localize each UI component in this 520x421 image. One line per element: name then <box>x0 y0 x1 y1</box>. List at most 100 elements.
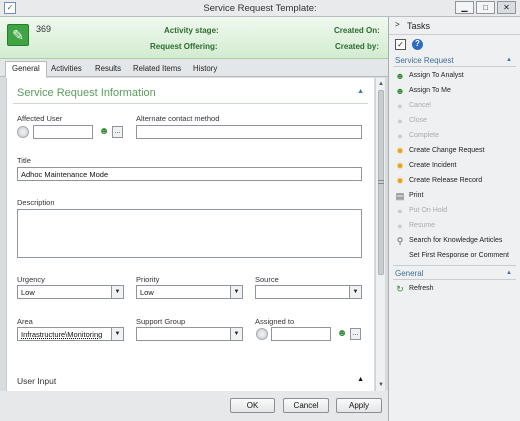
scroll-down-icon[interactable]: ▼ <box>377 381 385 389</box>
minimize-button[interactable]: ▁ <box>455 1 474 14</box>
task-cancel[interactable]: ● Cancel <box>393 100 519 113</box>
task-put-on-hold[interactable]: ● Put On Hold <box>393 205 519 218</box>
user-input-section-label: User Input <box>17 376 57 386</box>
chevron-down-icon: ▼ <box>230 286 242 298</box>
task-label: Assign To Me <box>409 87 451 94</box>
priority-value: Low <box>140 288 154 297</box>
task-create-incident[interactable]: ✸ Create Incident <box>393 160 519 173</box>
tab-activities[interactable]: Activities <box>45 62 88 77</box>
assign-icon: ☻ <box>395 71 405 81</box>
collapse-user-input-icon[interactable]: ▲ <box>357 376 364 383</box>
task-create-change-request[interactable]: ✸ Create Change Request <box>393 145 519 158</box>
window-title: Service Request Template: <box>203 3 317 14</box>
area-label: Area <box>17 317 33 326</box>
tasks-pane: > Tasks ✓ ? Service Request ▲ ☻ Assign T… <box>388 17 520 421</box>
area-value: Infrastructure\Monitoring <box>21 330 103 339</box>
printer-icon: ▤ <box>395 191 405 201</box>
tab-history[interactable]: History <box>187 62 223 77</box>
group-general-title: General <box>395 269 424 278</box>
affected-user-input[interactable] <box>33 125 93 139</box>
task-label: Put On Hold <box>409 207 448 214</box>
chevron-down-icon: ▼ <box>349 286 361 298</box>
help-icon[interactable]: ? <box>412 39 423 50</box>
scroll-up-icon[interactable]: ▲ <box>377 80 385 88</box>
vertical-scrollbar[interactable]: ▲ ▼ <box>375 78 385 391</box>
priority-dropdown[interactable]: Low ▼ <box>136 285 243 299</box>
title-label: Title <box>17 156 31 165</box>
task-print[interactable]: ▤ Print <box>393 190 519 203</box>
task-resume[interactable]: ● Resume <box>393 220 519 233</box>
urgency-dropdown[interactable]: Low ▼ <box>17 285 124 299</box>
task-assign-to-analyst[interactable]: ☻ Assign To Analyst <box>393 70 519 83</box>
collapse-group-icon[interactable]: ▲ <box>506 270 512 276</box>
dialog-footer: OK Cancel Apply <box>0 391 388 421</box>
comment-icon <box>395 251 405 261</box>
task-list-icon[interactable]: ✓ <box>395 39 406 50</box>
apply-button[interactable]: Apply <box>336 398 382 413</box>
alternate-contact-input[interactable] <box>136 125 362 139</box>
star-icon: ✸ <box>396 176 404 186</box>
task-assign-to-me[interactable]: ☻ Assign To Me <box>393 85 519 98</box>
collapse-group-icon[interactable]: ▲ <box>506 57 512 63</box>
chevron-down-icon: ▼ <box>111 328 123 340</box>
tab-results[interactable]: Results <box>89 62 127 77</box>
area-dropdown[interactable]: Infrastructure\Monitoring ▼ <box>17 327 124 341</box>
affected-user-label: Affected User <box>17 114 63 123</box>
task-close[interactable]: ● Close <box>393 115 519 128</box>
resume-icon: ● <box>397 221 403 231</box>
task-search-knowledge-articles[interactable]: ⚲ Search for Knowledge Articles <box>393 235 519 248</box>
section-title: Service Request Information <box>17 87 156 99</box>
assign-icon: ☻ <box>395 86 405 96</box>
group-divider <box>393 66 516 67</box>
task-label: Create Incident <box>409 162 457 169</box>
task-complete[interactable]: ● Complete <box>393 130 519 143</box>
request-id: 369 <box>36 24 52 34</box>
cancel-button[interactable]: Cancel <box>283 398 329 413</box>
scroll-grip <box>378 180 384 184</box>
task-create-release-record[interactable]: ✸ Create Release Record <box>393 175 519 188</box>
refresh-icon: ↻ <box>396 284 404 294</box>
complete-icon: ● <box>397 131 403 141</box>
activity-stage-label: Activity stage: <box>164 26 219 35</box>
collapse-section-icon[interactable]: ▲ <box>357 88 364 95</box>
tasks-title: Tasks <box>407 21 431 31</box>
tab-related-items[interactable]: Related Items <box>127 62 187 77</box>
chevron-right-icon[interactable]: > <box>395 20 400 29</box>
task-label: Refresh <box>409 285 434 292</box>
task-label: Close <box>409 117 427 124</box>
maximize-button[interactable]: □ <box>476 1 495 14</box>
group-divider <box>393 279 516 280</box>
search-icon: ⚲ <box>396 236 404 246</box>
support-group-dropdown[interactable]: ▼ <box>136 327 243 341</box>
task-refresh[interactable]: ↻ Refresh <box>393 283 519 296</box>
title-input[interactable]: Adhoc Maintenance Mode <box>17 167 362 181</box>
task-label: Print <box>409 192 424 199</box>
assigned-to-label: Assigned to <box>255 317 295 326</box>
assigned-to-input[interactable] <box>271 327 331 341</box>
chevron-down-icon: ▼ <box>230 328 242 340</box>
hold-icon: ● <box>397 206 403 216</box>
source-label: Source <box>255 275 279 284</box>
task-label: Assign To Analyst <box>409 72 464 79</box>
group-service-request-title: Service Request <box>395 56 454 65</box>
ok-button[interactable]: OK <box>230 398 275 413</box>
group-divider <box>393 265 516 266</box>
tab-general[interactable]: General <box>5 61 47 78</box>
description-input[interactable] <box>17 209 362 258</box>
form-header: ✎ 369 Activity stage: Request Offering: … <box>0 17 388 59</box>
urgency-label: Urgency <box>17 275 45 284</box>
task-label: Set First Response or Comment <box>409 252 509 259</box>
task-label: Create Change Request <box>409 147 485 154</box>
user-picker-icon[interactable]: ☻ <box>98 125 110 138</box>
source-dropdown[interactable]: ▼ <box>255 285 362 299</box>
star-icon: ✸ <box>396 161 404 171</box>
window-controls: ▁ □ ✕ <box>455 1 516 14</box>
priority-label: Priority <box>136 275 160 284</box>
chevron-down-icon: ▼ <box>111 286 123 298</box>
user-picker-icon[interactable]: ☻ <box>336 327 348 340</box>
assigned-to-browse-button[interactable]: ... <box>350 328 361 340</box>
close-window-button[interactable]: ✕ <box>497 1 516 14</box>
task-set-first-response[interactable]: Set First Response or Comment <box>393 250 519 263</box>
affected-user-browse-button[interactable]: ... <box>112 126 123 138</box>
alternate-contact-label: Alternate contact method <box>136 114 220 123</box>
